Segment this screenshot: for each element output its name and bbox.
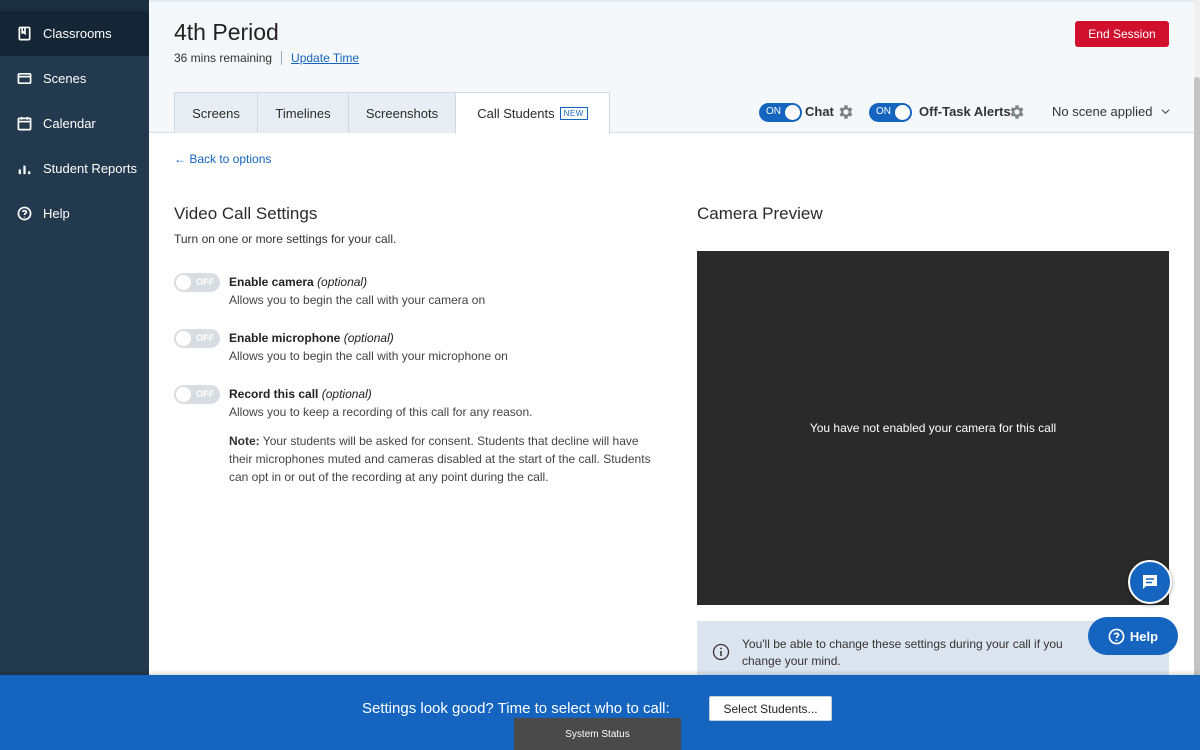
time-remaining-row: 36 mins remaining Update Time — [174, 51, 359, 65]
tab-label: Screenshots — [365, 105, 439, 121]
help-circle-icon — [1108, 628, 1125, 644]
camera-preview: You have not enabled your camera for thi… — [697, 251, 1169, 605]
sidebar-item-label: Student Reports — [43, 161, 137, 176]
video-call-settings-title: Video Call Settings — [174, 204, 318, 223]
enable-microphone-description: Allows you to begin the call with your m… — [229, 349, 508, 363]
chat-button[interactable] — [1128, 560, 1172, 604]
record-call-label: Record this call (optional) — [229, 387, 372, 401]
enable-camera-description: Allows you to begin the call with your c… — [229, 293, 486, 307]
note-label: Note: — [229, 434, 260, 448]
scene-dropdown-value: No scene applied — [1052, 104, 1153, 119]
option-title: Record this call — [229, 387, 319, 401]
tab-label: Call Students — [477, 106, 555, 121]
sidebar-item-label: Classrooms — [43, 26, 112, 41]
sidebar-topline — [0, 0, 149, 11]
time-remaining: 36 mins remaining — [174, 51, 273, 65]
bar-chart-icon — [16, 161, 32, 177]
sidebar-item-calendar[interactable]: Calendar — [0, 101, 149, 146]
record-call-description: Allows you to keep a recording of this c… — [229, 405, 533, 419]
session-header: 4th Period 36 mins remaining Update Time… — [149, 0, 1194, 134]
camera-preview-message: You have not enabled your camera for thi… — [809, 421, 1057, 435]
scenes-icon — [16, 71, 32, 87]
optional-tag: (optional) — [343, 331, 394, 345]
back-to-options-link[interactable]: ← Back to options — [174, 152, 271, 166]
tab-screenshots[interactable]: Screenshots — [348, 92, 456, 133]
gear-icon[interactable] — [1008, 103, 1026, 121]
optional-tag: (optional) — [321, 387, 372, 401]
toggle-state: ON — [876, 106, 891, 117]
sidebar-item-label: Scenes — [43, 71, 87, 86]
camera-preview-title: Camera Preview — [697, 204, 823, 223]
optional-tag: (optional) — [317, 275, 368, 289]
sidebar-item-label: Help — [43, 206, 70, 221]
enable-microphone-toggle[interactable]: OFF — [174, 329, 220, 348]
chat-toggle[interactable]: ON — [759, 103, 802, 122]
tab-timelines[interactable]: Timelines — [257, 92, 349, 133]
chevron-down-icon — [1161, 109, 1170, 115]
recording-note: Note: Your students will be asked for co… — [229, 432, 659, 486]
toggle-knob — [176, 331, 191, 346]
sidebar-item-student-reports[interactable]: Student Reports — [0, 146, 149, 191]
tab-call-students[interactable]: Call Students NEW — [455, 92, 610, 134]
gear-icon[interactable] — [837, 103, 855, 121]
new-badge: NEW — [559, 107, 588, 120]
off-task-alerts-label: Off-Task Alerts — [919, 104, 1011, 119]
enable-microphone-label: Enable microphone (optional) — [229, 331, 394, 345]
help-button[interactable]: Help — [1088, 617, 1178, 655]
divider — [281, 51, 283, 65]
option-title: Enable microphone — [229, 331, 341, 345]
option-title: Enable camera — [229, 275, 314, 289]
update-time-link[interactable]: Update Time — [291, 51, 359, 65]
tab-label: Timelines — [275, 105, 331, 121]
toggle-state: OFF — [196, 389, 214, 399]
sidebar-item-label: Calendar — [43, 116, 96, 131]
sidebar-item-scenes[interactable]: Scenes — [0, 56, 149, 101]
chat-icon — [1143, 575, 1157, 589]
scene-dropdown[interactable]: No scene applied — [1052, 104, 1170, 119]
toggle-knob — [176, 387, 191, 402]
select-students-button[interactable]: Select Students... — [709, 696, 832, 721]
enable-camera-label: Enable camera (optional) — [229, 275, 367, 289]
record-call-toggle[interactable]: OFF — [174, 385, 220, 404]
note-text: Your students will be asked for consent.… — [229, 434, 651, 484]
help-button-label: Help — [1129, 628, 1159, 644]
chat-label: Chat — [805, 104, 834, 119]
toggle-state: OFF — [196, 333, 214, 343]
toggle-knob — [176, 275, 191, 290]
toggle-knob — [785, 105, 800, 120]
help-circle-icon — [16, 206, 32, 222]
top-border — [149, 0, 1200, 2]
video-call-settings-description: Turn on one or more settings for your ca… — [174, 232, 397, 246]
info-icon — [712, 643, 730, 661]
toggle-state: ON — [766, 106, 781, 117]
off-task-alerts-toggle[interactable]: ON — [869, 103, 912, 122]
sidebar: Classrooms Scenes Calendar Student Repor… — [0, 0, 149, 750]
toggle-knob — [895, 105, 910, 120]
system-status-button[interactable]: System Status — [514, 718, 681, 750]
book-icon — [16, 26, 32, 42]
sidebar-item-help[interactable]: Help — [0, 191, 149, 236]
calendar-icon — [16, 116, 32, 132]
end-session-button[interactable]: End Session — [1075, 21, 1169, 47]
sidebar-item-classrooms[interactable]: Classrooms — [0, 11, 149, 56]
scrollbar-thumb[interactable] — [1194, 77, 1200, 677]
tab-screens[interactable]: Screens — [174, 92, 258, 133]
page-title: 4th Period — [174, 19, 279, 45]
bottom-prompt: Settings look good? Time to select who t… — [362, 700, 670, 717]
info-text: You'll be able to change these settings … — [742, 637, 1063, 668]
tab-label: Screens — [192, 105, 240, 121]
enable-camera-toggle[interactable]: OFF — [174, 273, 220, 292]
toggle-state: OFF — [196, 277, 214, 287]
bottom-action-bar: Settings look good? Time to select who t… — [0, 675, 1200, 750]
